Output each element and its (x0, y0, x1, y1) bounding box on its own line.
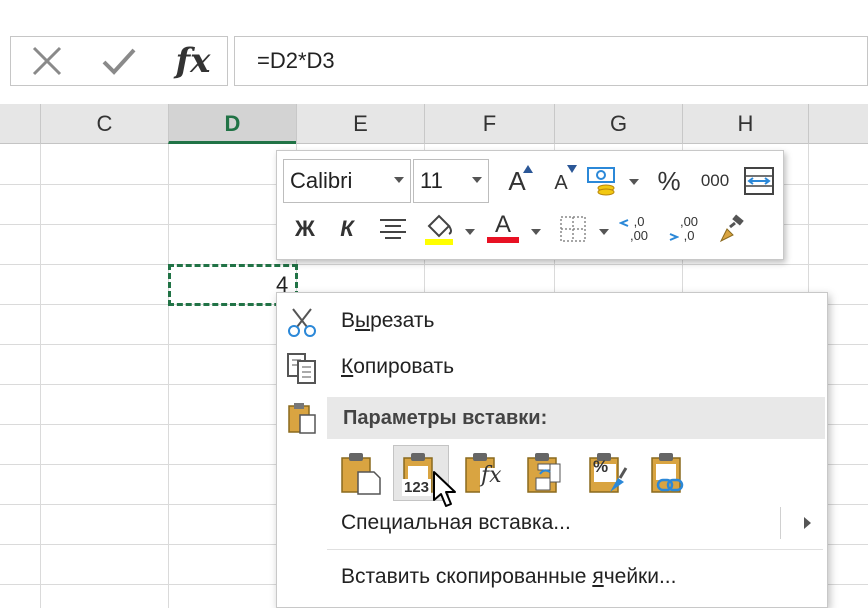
chevron-down-icon[interactable] (599, 229, 609, 235)
increase-decimal-bottom: ,00 (629, 228, 649, 243)
arrow-left-icon (619, 219, 629, 227)
paste-option-formulas[interactable]: fx (455, 445, 511, 501)
paste-formulas-badge: fx (481, 463, 502, 488)
menu-item-label: Копировать (341, 355, 455, 378)
column-header-f[interactable]: F (424, 104, 554, 144)
chevron-down-icon[interactable] (531, 229, 541, 235)
increase-decimal-button[interactable]: ,0 ,00 (617, 209, 661, 249)
paste-values-badge: 123 (402, 479, 432, 496)
paste-formatting-badge: % (593, 457, 609, 476)
context-menu: Вырезать Копировать Параметры вставки: 1… (276, 292, 828, 608)
paste-options-title: Параметры вставки: (343, 407, 548, 429)
column-header-d[interactable]: D (168, 104, 296, 144)
accounting-format-button[interactable] (583, 161, 623, 201)
paste-link-icon (651, 453, 684, 493)
arrow-right-icon (669, 233, 679, 241)
menu-item-paste-special[interactable]: Специальная вставка... (277, 501, 827, 545)
comma-style-button[interactable]: 000 (693, 161, 737, 201)
percent-style-button[interactable]: % (649, 161, 689, 201)
row-header-spacer (0, 104, 40, 144)
increase-font-size-button[interactable]: A (497, 161, 537, 201)
column-header-row: C D E F G H (0, 104, 868, 144)
chevron-down-icon[interactable] (629, 179, 639, 185)
chevron-down-icon[interactable] (465, 229, 475, 235)
x-icon (32, 46, 62, 76)
formula-area: fx =D2*D3 (0, 0, 868, 98)
column-header-e[interactable]: E (296, 104, 424, 144)
paste-option-transpose[interactable] (517, 445, 573, 501)
merge-center-button[interactable] (739, 161, 779, 201)
gridline (40, 144, 41, 608)
menu-item-label: Вставить скопированные ячейки... (341, 565, 677, 588)
font-name-value: Calibri (290, 168, 353, 193)
chevron-right-icon[interactable] (804, 517, 811, 529)
menu-item-label: Вырезать (341, 309, 435, 332)
scissors-icon (288, 308, 316, 337)
paste-transpose-icon (527, 453, 561, 493)
paste-option-formatting[interactable]: % (579, 445, 635, 501)
font-name-select[interactable]: Calibri (283, 159, 411, 203)
paste-icon (341, 453, 381, 495)
align-center-icon (380, 219, 406, 239)
decrease-decimal-button[interactable]: ,00 ,0 (667, 209, 711, 249)
column-header-next[interactable] (808, 104, 868, 144)
accounting-format-icon (587, 167, 615, 196)
font-color-icon: A (494, 211, 511, 238)
caret-down-icon (567, 165, 577, 173)
borders-button[interactable] (553, 209, 593, 249)
align-center-button[interactable] (373, 209, 413, 249)
gridline (0, 264, 868, 265)
font-size-select[interactable]: 11 (413, 159, 489, 203)
menu-item-insert-copied-cells[interactable]: Вставить скопированные ячейки... (277, 555, 827, 599)
fill-color-button[interactable] (419, 209, 459, 249)
paste-option-link[interactable] (641, 445, 697, 501)
column-header-h[interactable]: H (682, 104, 808, 144)
mini-toolbar: Calibri 11 A A % 000 Ж К A ,0 ,00 ,00 ,0 (276, 150, 784, 260)
format-painter-icon (719, 214, 744, 243)
submenu-divider (780, 507, 781, 539)
font-color-swatch (487, 237, 519, 243)
bold-button[interactable]: Ж (287, 209, 323, 249)
font-size-value: 11 (420, 168, 443, 193)
paste-icon (288, 403, 316, 434)
cancel-button[interactable] (19, 37, 75, 85)
shrink-font-icon: A (554, 171, 568, 194)
menu-item-copy[interactable]: Копировать (277, 345, 827, 389)
mouse-pointer-icon (433, 471, 456, 507)
borders-icon (560, 216, 586, 242)
merge-cells-icon (744, 167, 774, 195)
chevron-down-icon (472, 177, 482, 183)
decrease-decimal-top: ,00 (679, 214, 699, 229)
column-header-g[interactable]: G (554, 104, 682, 144)
column-header-c[interactable]: C (40, 104, 168, 144)
formula-input[interactable]: =D2*D3 (234, 36, 868, 86)
menu-separator (327, 549, 823, 550)
paste-option-paste[interactable] (331, 445, 387, 501)
format-painter-button[interactable] (713, 209, 753, 249)
caret-up-icon (523, 165, 533, 173)
font-color-button[interactable]: A (483, 209, 523, 249)
italic-button[interactable]: К (329, 209, 365, 249)
increase-decimal-top: ,0 (633, 214, 645, 229)
check-icon (102, 48, 136, 75)
paint-bucket-icon (425, 214, 453, 245)
gridline (168, 144, 169, 608)
enter-button[interactable] (91, 37, 147, 85)
decrease-decimal-bottom: ,0 (683, 228, 695, 243)
paste-options-header: Параметры вставки: (327, 397, 825, 439)
decrease-font-size-button[interactable]: A (541, 163, 581, 203)
copy-icon (287, 353, 316, 384)
chevron-down-icon (394, 177, 404, 183)
insert-function-button[interactable]: fx (165, 37, 221, 85)
formula-bar-buttons: fx (10, 36, 228, 86)
paste-options-row: 123 fx % (327, 443, 747, 503)
menu-item-cut[interactable]: Вырезать (277, 299, 827, 343)
